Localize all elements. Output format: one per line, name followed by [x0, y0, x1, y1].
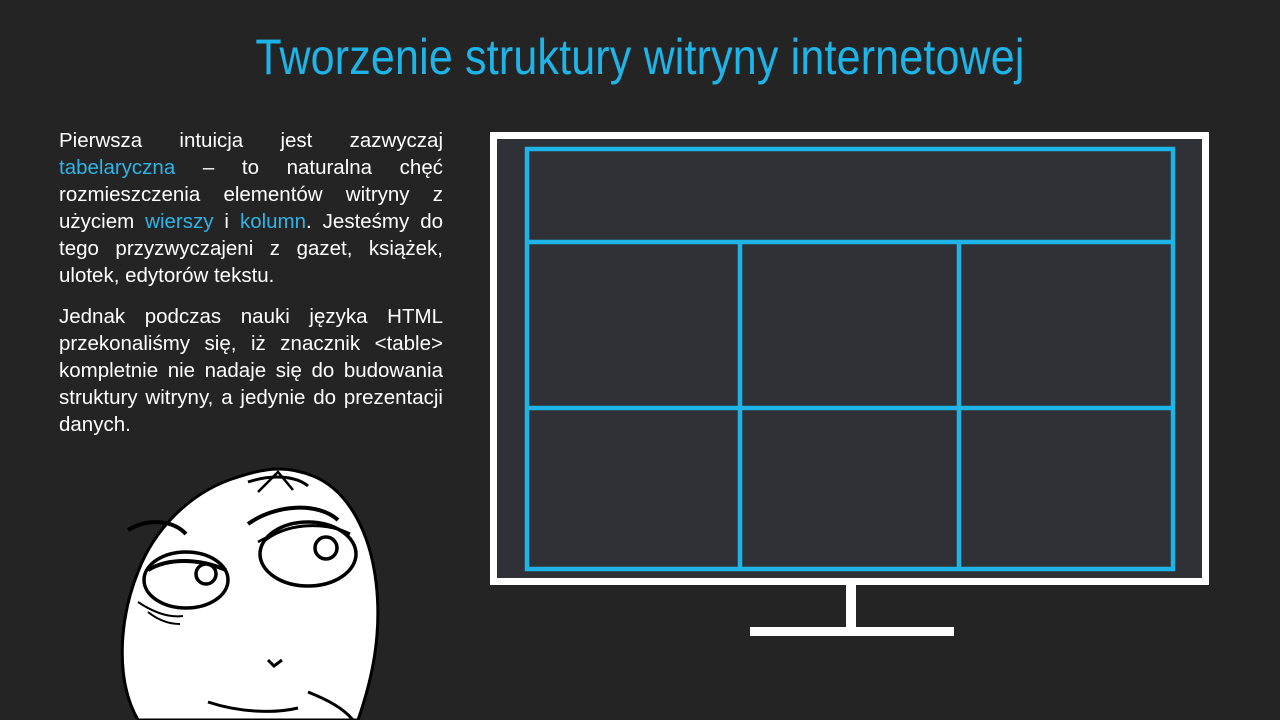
paragraph-table-note: Jednak podczas nauki języka HTML przekon…: [59, 305, 443, 436]
highlight-kolumn: kolumn: [239, 210, 307, 233]
monitor-frame: [490, 132, 1209, 585]
stand-neck: [846, 585, 856, 627]
slide-title: Tworzenie struktury witryny internetowej: [255, 29, 1025, 85]
paragraph-intro: Pierwsza intuicja jest zazwyczaj tabelar…: [59, 127, 443, 289]
stand-base: [750, 627, 954, 636]
text-column: Pierwsza intuicja jest zazwyczaj tabelar…: [59, 127, 443, 452]
monitor-illustration: [490, 132, 1209, 585]
intro-text-1: Pierwsza intuicja jest zazwyczaj: [59, 129, 443, 152]
thinking-troll-face-icon: [120, 467, 380, 720]
highlight-wierszy: wierszy: [145, 210, 214, 233]
highlight-tabelaryczna: tabelaryczna: [59, 156, 176, 179]
monitor-stand: [750, 585, 954, 636]
slide: Tworzenie struktury witryny internetowej…: [0, 0, 1280, 720]
intro-text-3: i: [213, 210, 240, 233]
